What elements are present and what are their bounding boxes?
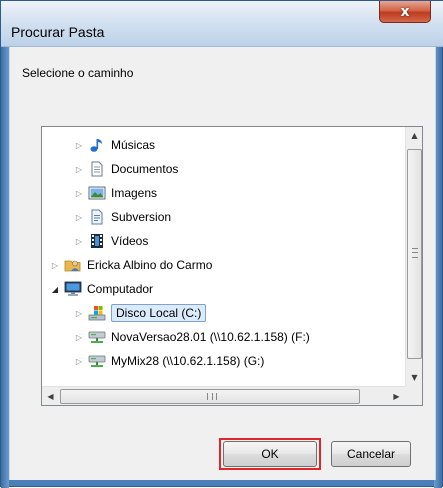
tree-item-musicas[interactable]: ▷ Músicas	[74, 134, 155, 156]
window-frame-left	[1, 1, 9, 488]
expand-arrow-icon[interactable]: ▷	[74, 326, 84, 348]
grip-icon	[412, 248, 418, 258]
vertical-scroll-thumb[interactable]	[407, 149, 422, 359]
tree-item-documentos[interactable]: ▷ Documentos	[74, 158, 178, 180]
scroll-right-arrow-icon[interactable]: ▶	[388, 387, 405, 406]
computer-icon	[64, 280, 82, 298]
expand-arrow-icon[interactable]: ▷	[74, 182, 84, 204]
local-disk-icon	[88, 304, 106, 322]
expand-arrow-icon[interactable]: ▷	[74, 302, 84, 324]
tree-item-label: MyMix28 (\\10.62.1.158) (G:)	[111, 354, 265, 368]
scroll-down-arrow-icon[interactable]: ▼	[406, 369, 423, 386]
collapse-arrow-icon[interactable]: ◢	[50, 278, 60, 300]
tree-item-disco-local[interactable]: ▷ Disco Local (C:)	[74, 302, 207, 324]
tree-item-mymix[interactable]: ▷ MyMix28 (\\10.62.1.158) (G:)	[74, 350, 264, 372]
tree-item-label: Vídeos	[111, 234, 149, 248]
scroll-left-arrow-icon[interactable]: ◀	[42, 387, 59, 406]
tree-item-imagens[interactable]: ▷ Imagens	[74, 182, 157, 204]
close-icon: x	[400, 3, 410, 20]
tree-item-label: Subversion	[111, 210, 172, 224]
expand-arrow-icon[interactable]: ▷	[74, 206, 84, 228]
window-title: Procurar Pasta	[11, 24, 105, 40]
network-drive-icon	[88, 352, 106, 370]
folder-tree: ▷ Músicas ▷ Documentos ▷ Imagens ▷ Subve…	[41, 126, 423, 406]
music-icon	[88, 136, 106, 154]
tree-item-label: Documentos	[111, 162, 179, 176]
cancel-button[interactable]: Cancelar	[331, 441, 411, 467]
tree-item-subversion[interactable]: ▷ Subversion	[74, 206, 171, 228]
tree-viewport: ▷ Músicas ▷ Documentos ▷ Imagens ▷ Subve…	[42, 127, 405, 386]
tree-item-label-selected: Disco Local (C:)	[111, 304, 207, 322]
browse-folder-dialog: Procurar Pasta x Selecione o caminho ▷ M…	[0, 0, 443, 488]
expand-arrow-icon[interactable]: ▷	[74, 350, 84, 372]
close-button[interactable]: x	[379, 1, 431, 23]
tree-item-label: NovaVersao28.01 (\\10.62.1.158) (F:)	[111, 330, 310, 344]
grip-icon	[207, 393, 217, 400]
expand-arrow-icon[interactable]: ▷	[50, 254, 60, 276]
horizontal-scrollbar[interactable]: ◀ ▶	[42, 386, 405, 405]
expand-arrow-icon[interactable]: ▷	[74, 134, 84, 156]
tree-item-label: Músicas	[111, 138, 156, 152]
scrollbar-corner	[405, 386, 422, 405]
tree-item-label: Computador	[87, 282, 154, 296]
tree-item-label: Imagens	[111, 186, 158, 200]
tree-item-novaversao[interactable]: ▷ NovaVersao28.01 (\\10.62.1.158) (F:)	[74, 326, 310, 348]
vertical-scrollbar[interactable]: ▲ ▼	[405, 127, 422, 386]
tree-item-videos[interactable]: ▷ Vídeos	[74, 230, 148, 252]
folder-document-icon	[88, 208, 106, 226]
video-icon	[88, 232, 106, 250]
expand-arrow-icon[interactable]: ▷	[74, 230, 84, 252]
instruction-text: Selecione o caminho	[22, 66, 134, 80]
tree-item-user-folder[interactable]: ▷ Ericka Albino do Carmo	[50, 254, 212, 276]
user-folder-icon	[64, 256, 82, 274]
expand-arrow-icon[interactable]: ▷	[74, 158, 84, 180]
network-drive-icon	[88, 328, 106, 346]
tree-item-computador[interactable]: ◢ Computador	[50, 278, 153, 300]
title-bar[interactable]: Procurar Pasta x	[1, 1, 443, 47]
image-icon	[88, 184, 106, 202]
document-icon	[88, 160, 106, 178]
ok-button[interactable]: OK	[223, 441, 317, 467]
tree-item-label: Ericka Albino do Carmo	[87, 258, 213, 272]
horizontal-scroll-thumb[interactable]	[60, 389, 360, 404]
scroll-up-arrow-icon[interactable]: ▲	[406, 127, 423, 144]
